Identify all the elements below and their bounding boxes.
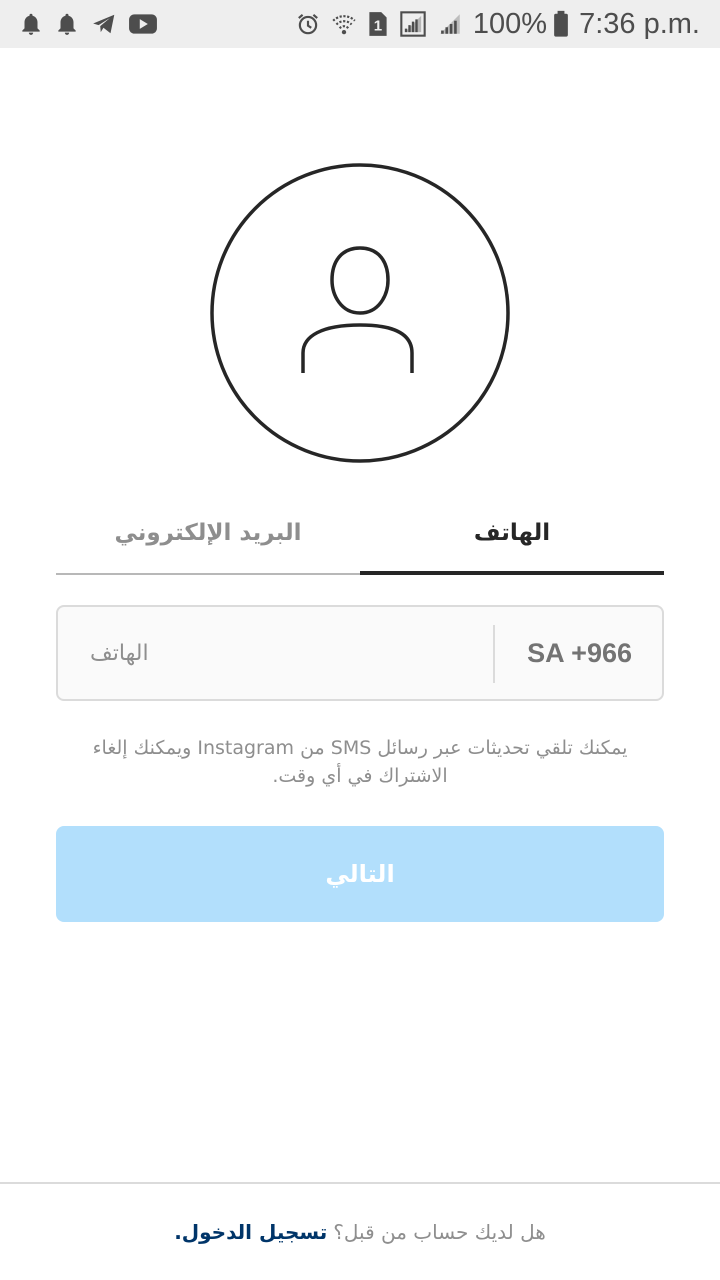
sms-info-text: يمكنك تلقي تحديثات عبر رسائل SMS من Inst… [60,734,660,790]
battery-percent: 100% [472,7,548,40]
country-code-label: SA +966 [527,637,632,668]
signal-box-icon [399,10,427,38]
sms-info-line-2: الاشتراك في أي وقت. [272,765,448,787]
country-code-divider [493,625,495,683]
profile-avatar [210,163,510,463]
youtube-icon [128,11,158,37]
user-profile-icon [210,163,510,463]
tab-phone-label: الهاتف [473,520,551,546]
country-code-selector[interactable]: SA +966 [527,607,632,699]
next-button-label: التالي [325,860,395,888]
status-bar-system: 1 100% 7:36 p.m. [285,0,700,48]
login-link[interactable]: تسجيل الدخول. [174,1220,327,1244]
status-bar-notifications [18,0,168,48]
login-footer: هل لديك حساب من قبل؟ تسجيل الدخول. [0,1184,720,1280]
tab-email-label: البريد الإلكتروني [114,520,302,546]
phone-input[interactable] [78,623,478,683]
bell-icon [18,11,44,37]
phone-field-container: SA +966 الهاتف [56,605,664,701]
signup-method-tabs: الهاتف البريد الإلكتروني [56,490,664,576]
tab-phone[interactable]: الهاتف [360,490,664,576]
bell-icon [54,11,80,37]
next-button[interactable]: التالي [56,826,664,922]
login-question: هل لديك حساب من قبل؟ [333,1220,546,1244]
sms-info-line-1: يمكنك تلقي تحديثات عبر رسائل SMS من Inst… [92,737,628,759]
status-bar: 1 100% 7:36 p.m. [0,0,720,48]
alarm-icon [295,11,321,37]
tab-email[interactable]: البريد الإلكتروني [56,490,360,576]
wifi-icon [331,11,357,37]
telegram-icon [90,11,118,37]
sim-icon: 1 [367,10,389,38]
battery-icon [553,10,569,38]
clock: 7:36 p.m. [579,7,700,40]
sim-badge-label: 1 [374,17,382,34]
active-tab-indicator [360,571,664,575]
signal-icon [437,11,463,37]
